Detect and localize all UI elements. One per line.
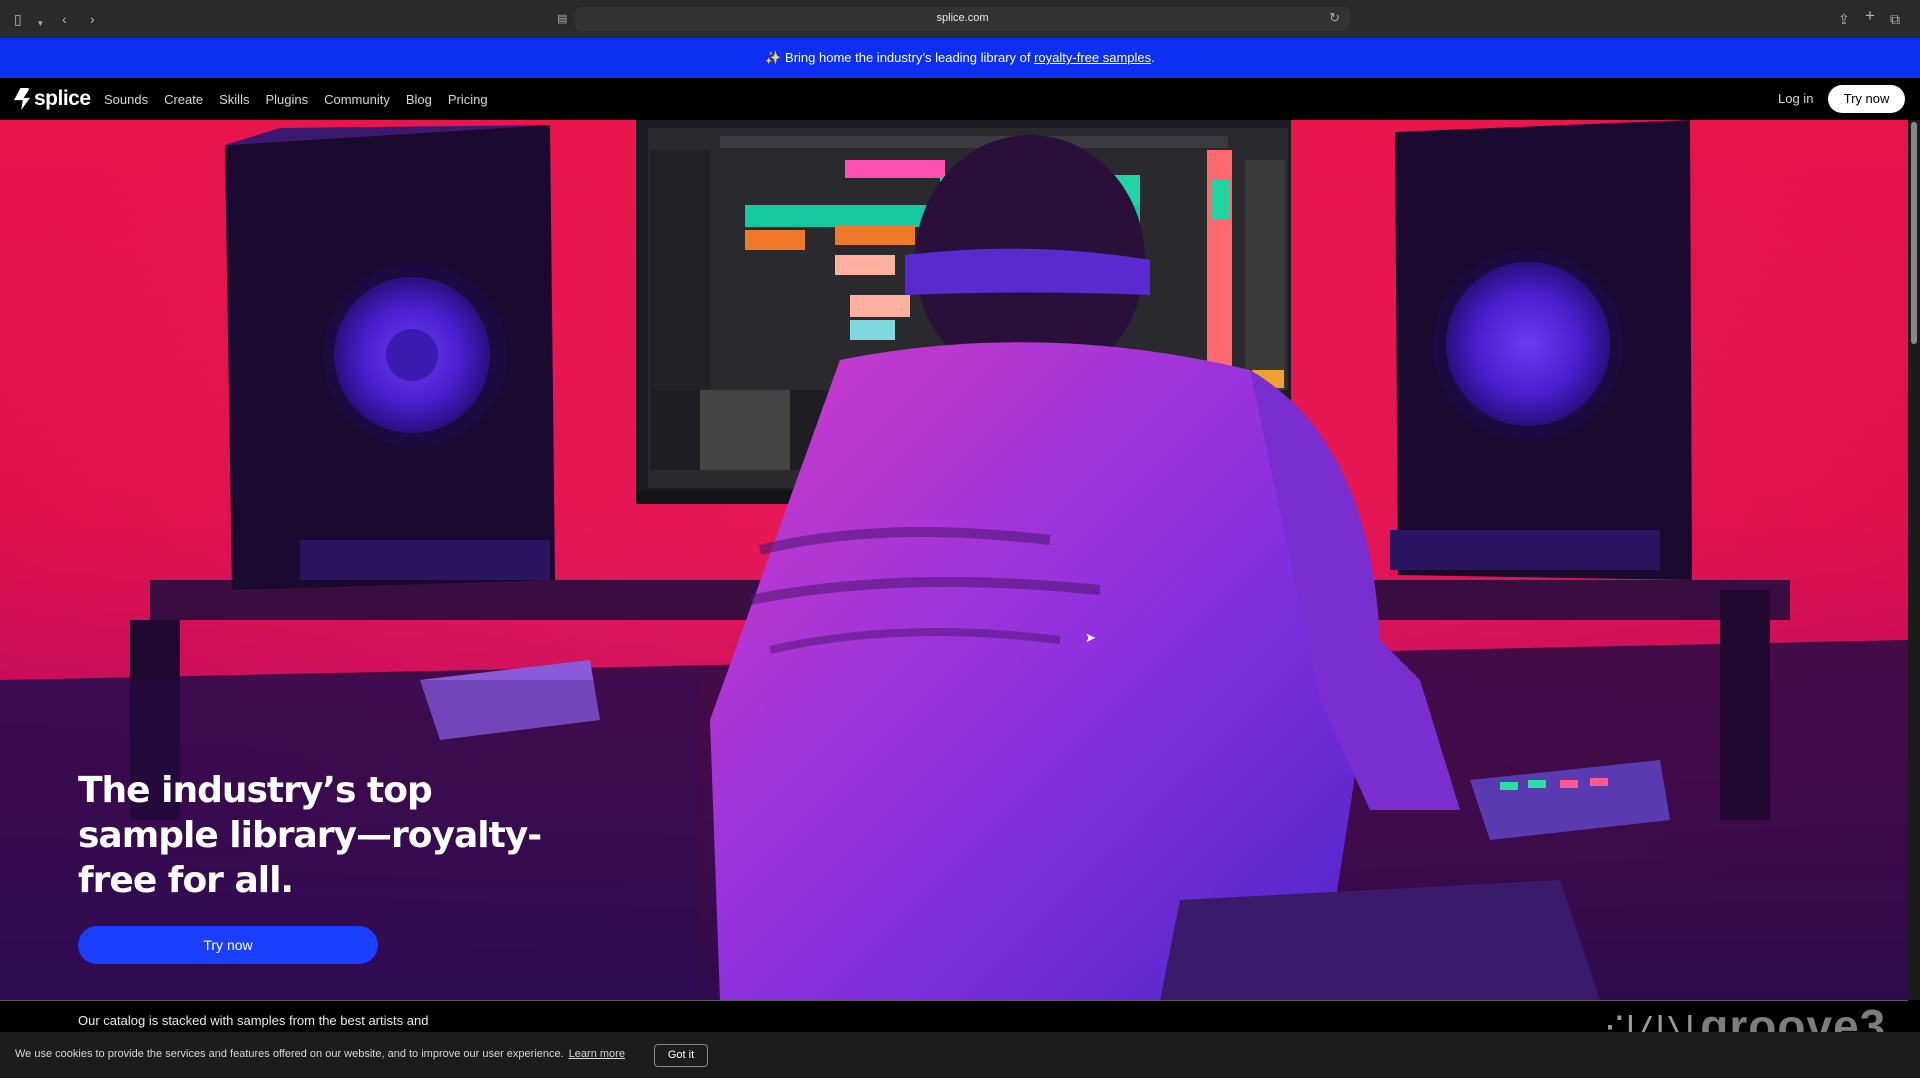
- nav-item-pricing[interactable]: Pricing: [448, 92, 488, 107]
- mouse-cursor-icon: ➤: [1085, 630, 1096, 645]
- cookie-banner: We use cookies to provide the services a…: [0, 1032, 1920, 1078]
- hero-subtitle: Our catalog is stacked with samples from…: [78, 1013, 429, 1028]
- cookie-text: We use cookies to provide the services a…: [15, 1048, 564, 1060]
- nav-item-create[interactable]: Create: [164, 92, 203, 107]
- nav-item-skills[interactable]: Skills: [219, 92, 249, 107]
- reload-icon[interactable]: ↻: [1329, 10, 1340, 26]
- reader-icon[interactable]: ▤: [557, 12, 567, 25]
- address-bar[interactable]: ▤ splice.com ↻: [557, 7, 1350, 31]
- cookie-notice: We use cookies to provide the services a…: [15, 1048, 625, 1060]
- forward-arrow-icon[interactable]: ›: [90, 10, 95, 28]
- nav-item-sounds[interactable]: Sounds: [104, 92, 148, 107]
- learn-more-link[interactable]: Learn more: [569, 1048, 625, 1060]
- browser-toolbar: ▯ ▾ ‹ › ▤ splice.com ↻ ⇪ + ⧉: [0, 0, 1920, 39]
- chevron-down-icon[interactable]: ▾: [38, 14, 43, 32]
- back-arrow-icon[interactable]: ‹: [62, 10, 67, 28]
- promo-link[interactable]: royalty-free samples: [1034, 50, 1151, 65]
- nav-links: Sounds Create Skills Plugins Community B…: [104, 78, 504, 120]
- scrollbar-thumb[interactable]: [1911, 122, 1917, 344]
- hero-title: The industry’s top sample library—royalt…: [78, 770, 542, 901]
- nav-item-community[interactable]: Community: [324, 92, 390, 107]
- tab-overview-icon[interactable]: ⧉: [1890, 10, 1900, 28]
- splice-logo-icon: [14, 88, 30, 110]
- splice-logo[interactable]: splice: [14, 86, 91, 112]
- brand-name: splice: [34, 87, 91, 110]
- promo-suffix: .: [1151, 50, 1155, 65]
- site-nav: splice Sounds Create Skills Plugins Comm…: [0, 78, 1920, 120]
- try-now-nav-button[interactable]: Try now: [1828, 85, 1905, 113]
- url-text: splice.com: [936, 12, 989, 24]
- try-now-hero-button[interactable]: Try now: [78, 926, 378, 964]
- sparkle-icon: ✨: [765, 50, 782, 65]
- new-tab-icon[interactable]: +: [1865, 7, 1875, 25]
- nav-item-plugins[interactable]: Plugins: [265, 92, 308, 107]
- sidebar-toggle-icon[interactable]: ▯: [14, 10, 22, 28]
- login-link[interactable]: Log in: [1778, 91, 1813, 106]
- share-icon[interactable]: ⇪: [1838, 10, 1850, 28]
- promo-banner: ✨ Bring home the industry’s leading libr…: [0, 38, 1920, 78]
- got-it-button[interactable]: Got it: [654, 1044, 708, 1067]
- page-scrollbar[interactable]: [1908, 120, 1920, 1000]
- promo-text: Bring home the industry’s leading librar…: [785, 50, 1035, 65]
- nav-item-blog[interactable]: Blog: [406, 92, 432, 107]
